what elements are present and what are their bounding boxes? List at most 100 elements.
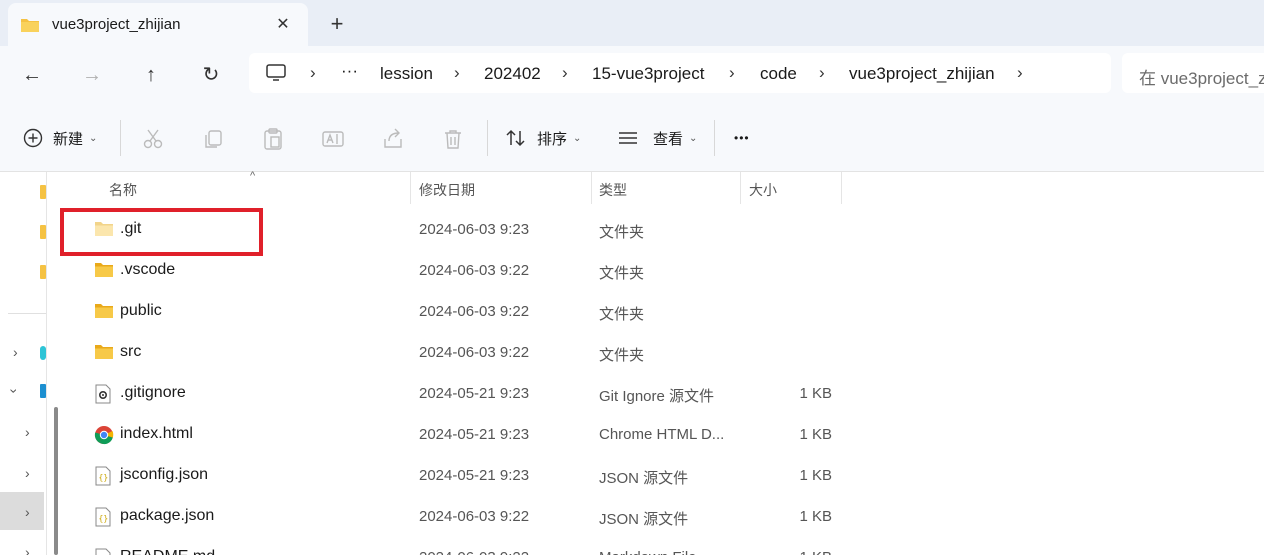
file-type: 文件夹 <box>599 224 645 241</box>
file-row[interactable]: .gitignore 2024-05-21 9:23 Git Ignore 源文件 1… <box>68 374 1264 415</box>
file-modified-date: 2024-06-03 9:22 <box>419 303 530 320</box>
tab-title: vue3project_zhijian <box>52 16 181 33</box>
view-button[interactable]: 查看 ⌄ <box>617 125 697 151</box>
chrome-icon <box>94 425 114 445</box>
breadcrumb-item[interactable]: vue3project_zhijian <box>849 64 995 84</box>
gear-file-icon <box>94 384 114 404</box>
file-row[interactable]: src 2024-06-03 9:22 文件夹 <box>68 333 1264 374</box>
rename-icon[interactable] <box>321 127 345 151</box>
expand-chevron-icon[interactable]: › <box>25 424 30 440</box>
this-pc-icon[interactable] <box>40 384 46 398</box>
file-size: 1 KB <box>748 549 832 555</box>
file-name[interactable]: .gitignore <box>120 384 186 402</box>
column-divider[interactable] <box>591 172 592 204</box>
expand-chevron-icon[interactable]: › <box>25 544 30 555</box>
file-name[interactable]: README.md <box>120 548 215 555</box>
expand-chevron-icon[interactable]: › <box>13 344 18 360</box>
forward-button[interactable]: → <box>77 60 107 90</box>
file-size: 1 KB <box>799 508 832 525</box>
folder-icon[interactable] <box>40 265 46 279</box>
file-modified-date: 2024-06-03 9:22 <box>419 549 529 555</box>
file-name[interactable]: src <box>120 343 141 361</box>
file-name[interactable]: public <box>120 302 162 320</box>
file-type: Git Ignore 源文件 <box>599 388 715 405</box>
breadcrumb-item[interactable]: 15-vue3project <box>592 64 704 84</box>
this-pc-icon[interactable] <box>266 64 286 87</box>
nav-selected-item[interactable] <box>0 492 44 530</box>
folder-icon[interactable] <box>40 225 46 239</box>
column-divider[interactable] <box>841 172 842 204</box>
breadcrumb-separator: › <box>729 63 735 82</box>
breadcrumb-separator: › <box>454 63 460 82</box>
file-name[interactable]: package.json <box>120 507 214 525</box>
new-button[interactable]: 新建 ⌄ <box>23 125 97 151</box>
column-header-size[interactable]: 大小 <box>749 180 777 200</box>
column-divider[interactable] <box>740 172 741 204</box>
file-name[interactable]: index.html <box>120 425 193 443</box>
column-header-modified[interactable]: 修改日期 <box>419 180 475 200</box>
breadcrumb-expand[interactable]: › <box>1017 63 1023 83</box>
more-options-button[interactable]: ••• <box>734 125 750 151</box>
share-icon[interactable] <box>381 127 405 151</box>
tab-strip: vue3project_zhijian ✕ + <box>0 0 1264 48</box>
copy-icon[interactable] <box>201 127 225 151</box>
chevron-down-icon: ⌄ <box>573 132 582 144</box>
sort-ascending-icon: ^ <box>250 170 256 182</box>
file-size: 1 KB <box>799 467 832 484</box>
breadcrumb-item[interactable]: 202402 <box>484 64 541 84</box>
expand-chevron-icon[interactable]: › <box>25 465 30 481</box>
file-type: Chrome HTML D... <box>599 426 725 443</box>
new-tab-button[interactable]: + <box>326 13 348 35</box>
file-row[interactable]: {} jsconfig.json 2024-05-21 9:23 JSON 源文件 1 … <box>68 456 1264 497</box>
file-row[interactable]: .vscode 2024-06-03 9:22 文件夹 <box>68 251 1264 292</box>
paste-icon[interactable] <box>261 127 285 151</box>
file-modified-date: 2024-06-03 9:22 <box>419 344 530 361</box>
file-modified-date: 2024-05-21 9:23 <box>419 426 530 443</box>
sort-icon <box>505 128 527 148</box>
cloud-icon[interactable] <box>40 346 46 360</box>
file-type: JSON 源文件 <box>599 511 689 528</box>
plus-circle-icon <box>23 128 43 148</box>
breadcrumb-separator: › <box>819 63 825 82</box>
svg-text:{}: {} <box>99 514 109 523</box>
breadcrumb-item[interactable]: lession <box>380 64 433 84</box>
view-label: 查看 <box>653 130 684 148</box>
search-input[interactable]: 在 vue3project_zhijian 中搜索 <box>1122 53 1264 93</box>
sort-button[interactable]: 排序 ⌄ <box>505 125 581 151</box>
nav-scrollbar[interactable] <box>54 407 58 555</box>
delete-icon[interactable] <box>441 127 465 151</box>
refresh-button[interactable]: ↻ <box>196 60 226 90</box>
folder-icon <box>94 261 114 281</box>
chevron-down-icon: ⌄ <box>689 132 698 144</box>
column-divider[interactable] <box>410 172 411 204</box>
breadcrumb-separator: › <box>310 63 316 82</box>
collapse-chevron-icon[interactable]: › <box>6 389 22 394</box>
tab-vue3project-zhijian[interactable]: vue3project_zhijian ✕ <box>8 3 308 46</box>
file-row[interactable]: README.md 2024-06-03 9:22 Markdown File 1 K… <box>68 538 1264 555</box>
file-row[interactable]: public 2024-06-03 9:22 文件夹 <box>68 292 1264 333</box>
chevron-down-icon: ⌄ <box>89 132 98 144</box>
file-name[interactable]: jsconfig.json <box>120 466 208 484</box>
file-row[interactable]: index.html 2024-05-21 9:23 Chrome HTML D..… <box>68 415 1264 456</box>
breadcrumb-overflow[interactable]: ··· <box>341 61 358 81</box>
file-modified-date: 2024-06-03 9:23 <box>419 221 530 238</box>
column-header-name[interactable]: 名称 <box>109 180 137 200</box>
back-button[interactable]: ← <box>17 60 47 90</box>
breadcrumb[interactable]: › ··· lession › 202402 › 15-vue3project … <box>249 53 1111 93</box>
expand-chevron-icon[interactable]: › <box>25 504 30 520</box>
file-type: 文件夹 <box>599 306 645 323</box>
nav-pane-border <box>46 172 47 555</box>
file-name[interactable]: .vscode <box>120 261 175 279</box>
view-list-icon <box>617 128 639 148</box>
breadcrumb-item[interactable]: code <box>760 64 797 84</box>
file-modified-date: 2024-06-03 9:22 <box>419 262 530 279</box>
file-modified-date: 2024-05-21 9:23 <box>419 385 530 402</box>
document-icon <box>94 548 114 555</box>
svg-text:{}: {} <box>99 473 109 482</box>
column-header-type[interactable]: 类型 <box>599 180 627 200</box>
up-button[interactable]: ↑ <box>136 60 166 90</box>
file-row[interactable]: {} package.json 2024-06-03 9:22 JSON 源文件 1 K… <box>68 497 1264 538</box>
close-tab-button[interactable]: ✕ <box>272 14 294 36</box>
cut-icon[interactable] <box>141 127 165 151</box>
folder-icon[interactable] <box>40 185 46 199</box>
